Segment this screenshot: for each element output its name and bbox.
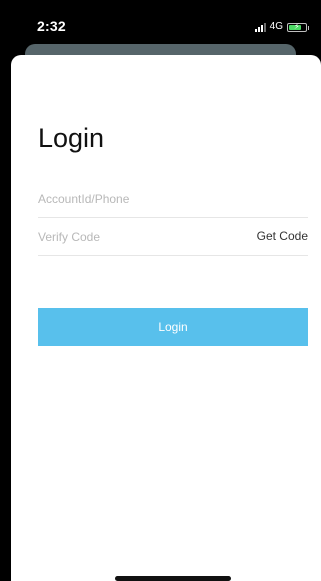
login-sheet: Login Get Code Login [11,55,321,581]
charging-bolt-icon: ⚡ [294,21,300,31]
verify-code-field: Get Code [38,218,308,256]
page-title: Login [38,123,105,153]
status-time: 2:32 [37,18,66,34]
account-field [38,180,308,218]
status-bar: 2:32 4G ⚡ [0,0,321,44]
verify-code-input[interactable] [38,218,228,256]
battery-icon: ⚡ [287,21,309,32]
status-indicators: 4G ⚡ [254,21,309,33]
get-code-button[interactable]: Get Code [257,229,308,243]
signal-icon [254,22,266,32]
home-indicator [115,576,231,581]
phone-screen: 2:32 4G ⚡ Login Get Code Login [0,0,321,581]
network-type: 4G [269,21,283,32]
login-button[interactable]: Login [38,308,308,346]
account-input[interactable] [38,180,228,218]
